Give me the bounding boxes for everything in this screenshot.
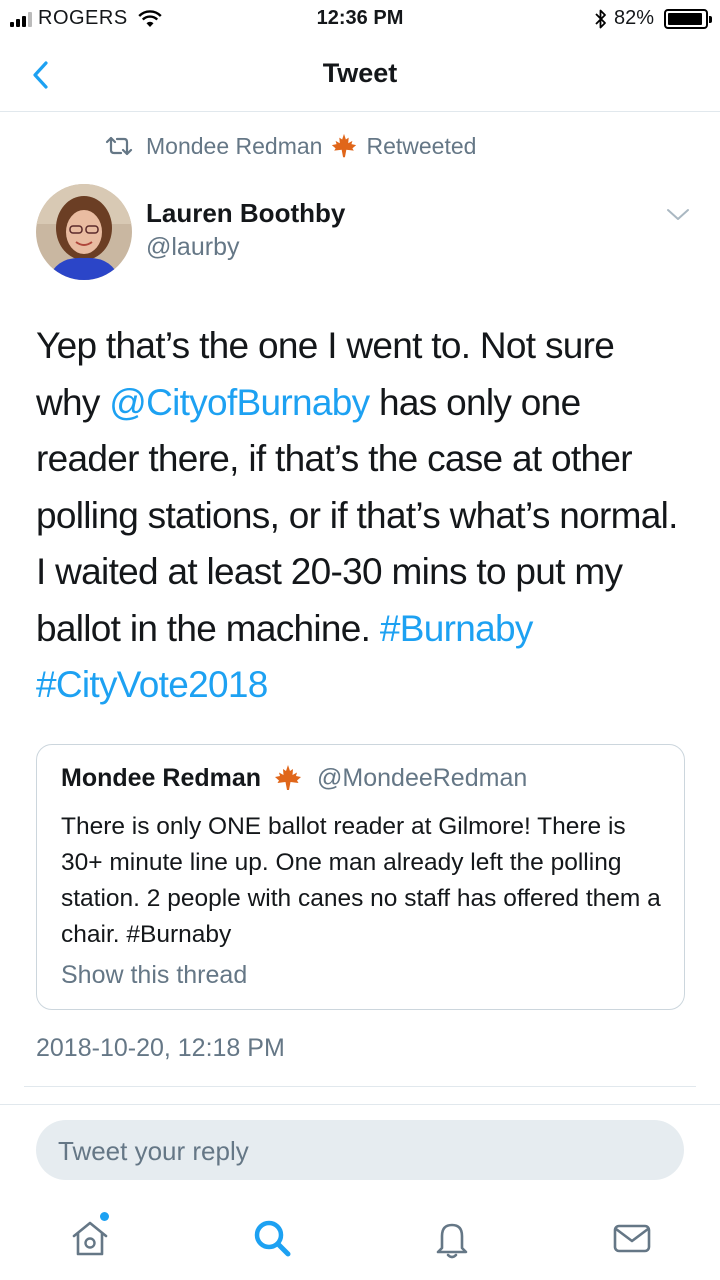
show-thread-link[interactable]: Show this thread: [61, 961, 247, 990]
mail-icon: [613, 1224, 651, 1253]
quoted-tweet-text: There is only ONE ballot reader at Gilmo…: [61, 813, 661, 948]
bluetooth-icon: [595, 9, 606, 28]
battery-icon: [664, 8, 712, 29]
bell-icon: [436, 1223, 468, 1259]
author-handle[interactable]: @laurby: [146, 233, 239, 262]
page-title: Tweet: [322, 58, 398, 88]
quoted-tweet-card[interactable]: Mondee Redman @MondeeRedman There is onl…: [36, 744, 685, 1010]
divider: [0, 1104, 720, 1105]
status-bar: ROGERS 12:36 PM 82%: [0, 0, 720, 38]
maple-leaf-icon: [332, 133, 357, 158]
tweet-timestamp: 2018-10-20, 12:18 PM: [36, 1034, 285, 1062]
reply-input[interactable]: Tweet your reply: [36, 1120, 684, 1180]
avatar[interactable]: [36, 184, 132, 280]
retweet-icon: [105, 136, 133, 156]
battery-percentage: 82%: [613, 7, 654, 29]
search-icon: [254, 1220, 291, 1257]
tweet-text: Yep that’s the one I went to. Not sure w…: [36, 318, 686, 714]
hashtag-link[interactable]: #CityVote2018: [36, 664, 268, 705]
tab-bar: [0, 1196, 720, 1280]
retweet-action-label: Retweeted: [366, 132, 477, 159]
chevron-down-icon[interactable]: [664, 204, 692, 224]
navigation-bar: Tweet: [0, 38, 720, 112]
notification-dot: [100, 1212, 109, 1221]
retweeter-name: Mondee Redman: [146, 132, 323, 159]
retweet-context[interactable]: Mondee Redman Retweeted: [104, 132, 476, 160]
divider: [24, 1086, 696, 1087]
tab-notifications[interactable]: [428, 1214, 476, 1262]
quoted-author-handle: @MondeeRedman: [317, 763, 528, 792]
maple-leaf-icon: [275, 765, 302, 790]
mention-link[interactable]: @CityofBurnaby: [109, 382, 370, 423]
tab-messages[interactable]: [608, 1214, 656, 1262]
tab-home[interactable]: [66, 1212, 114, 1262]
home-icon: [72, 1221, 108, 1256]
author-name[interactable]: Lauren Boothby: [146, 198, 345, 229]
reply-placeholder: Tweet your reply: [58, 1136, 249, 1166]
hashtag-link[interactable]: #Burnaby: [380, 608, 533, 649]
quoted-author-name: Mondee Redman: [61, 763, 262, 792]
tab-search[interactable]: [248, 1214, 296, 1262]
